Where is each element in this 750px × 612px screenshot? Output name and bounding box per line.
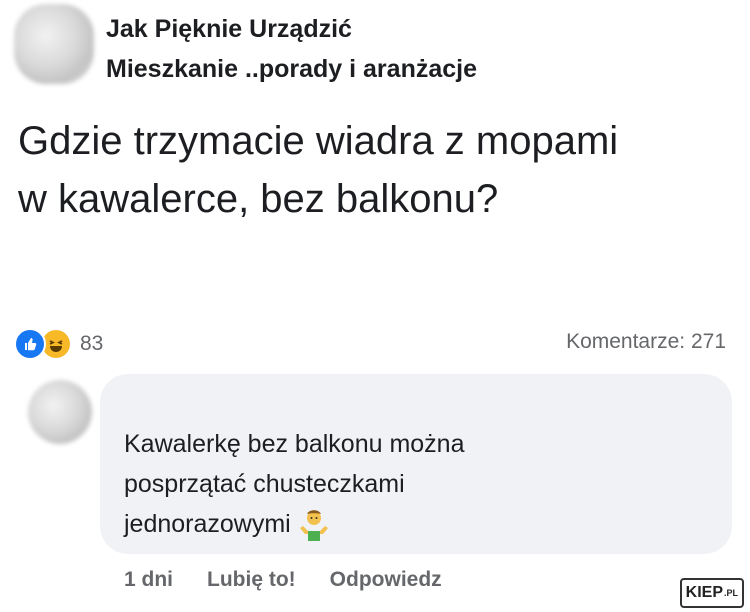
comment-time[interactable]: 1 dni bbox=[124, 568, 173, 592]
commenter-avatar[interactable] bbox=[28, 380, 92, 444]
comment-text: Kawalerkę bez balkonu można posprzątać c… bbox=[124, 424, 564, 544]
like-icon bbox=[14, 328, 46, 360]
reactions-summary[interactable]: 83 bbox=[14, 328, 103, 360]
comment-count[interactable]: Komentarze: 271 bbox=[566, 330, 726, 354]
watermark-logo: KIEP .PL bbox=[679, 578, 744, 608]
group-subtitle[interactable]: Mieszkanie ..porady i aranżacje bbox=[106, 52, 477, 86]
group-name[interactable]: Jak Pięknie Urządzić bbox=[106, 12, 352, 46]
like-comment-button[interactable]: Lubię to! bbox=[207, 568, 296, 592]
comment-text-content: Kawalerkę bez balkonu można posprzątać c… bbox=[124, 430, 465, 538]
watermark-suffix: .PL bbox=[723, 588, 738, 598]
comment-actions: 1 dni Lubię to! Odpowiedz bbox=[124, 568, 476, 592]
shrug-emoji-icon bbox=[297, 508, 331, 542]
reaction-count: 83 bbox=[80, 332, 104, 355]
group-avatar[interactable] bbox=[14, 4, 94, 84]
reply-button[interactable]: Odpowiedz bbox=[330, 568, 442, 592]
post-text: Gdzie trzymacie wiadra z mopami w kawale… bbox=[18, 119, 619, 221]
watermark-text: KIEP bbox=[685, 584, 723, 601]
